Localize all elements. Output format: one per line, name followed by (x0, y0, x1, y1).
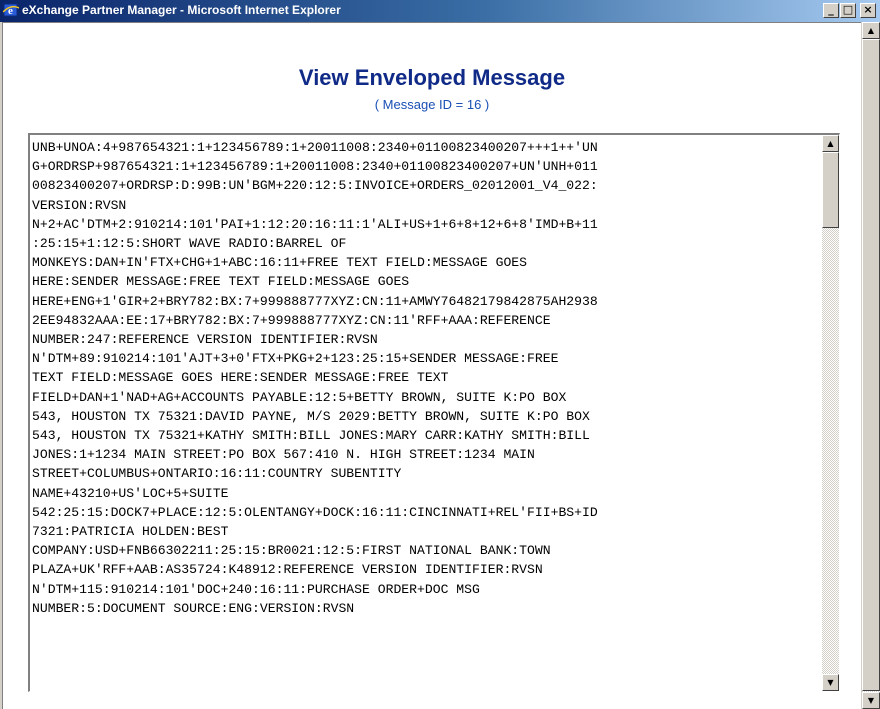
page-scroll-down-icon: ▼ (867, 696, 875, 705)
scroll-up-icon: ▲ (827, 139, 834, 148)
message-line: N'DTM+89:910214:101'AJT+3+0'FTX+PKG+2+12… (32, 351, 559, 367)
message-line: COMPANY:USD+FNB66302211:25:15:BR0021:12:… (32, 543, 551, 559)
page-title: View Enveloped Message (298, 65, 566, 90)
message-line: NUMBER:5:DOCUMENT SOURCE:ENG:VERSION:RVS… (32, 600, 355, 616)
scroll-up-button[interactable]: ▲ (822, 135, 839, 152)
message-line: N+2+AC'DTM+2:910214:101'PAI+1:12:20:16:1… (32, 216, 598, 232)
window-title: eXchange Partner Manager - Microsoft Int… (22, 3, 341, 17)
message-line: HERE:SENDER MESSAGE:FREE TEXT FIELD:MESS… (32, 274, 410, 290)
message-line: NAME+43210+US'LOC+5+SUITE (32, 485, 229, 501)
minimize-icon: _ (828, 3, 834, 16)
message-line: 7321:PATRICIA HOLDEN:BEST (32, 524, 229, 540)
maximize-icon: □ (842, 3, 854, 16)
message-line: 543, HOUSTON TX 75321+KATHY SMITH:BILL J… (32, 428, 590, 444)
ie-icon: e (3, 3, 19, 17)
message-line: VERSION:RVSN (32, 197, 127, 213)
page-scrollbar[interactable]: ▲ ▼ (862, 22, 880, 709)
page-scroll-thumb[interactable] (862, 39, 880, 691)
message-line: 2EE94832AAA:EE:17+BRY782:BX:7+999888777X… (32, 312, 551, 328)
message-line: N'DTM+115:910214:101'DOC+240:16:11:PURCH… (32, 581, 480, 597)
close-button[interactable]: × (860, 3, 876, 18)
message-text[interactable]: UNB+UNOA:4+987654321:1+123456789:1+20011… (32, 138, 822, 688)
message-line: STREET+COLUMBUS+ONTARIO:16:11:COUNTRY SU… (32, 466, 402, 482)
message-line: 542:25:15:DOCK7+PLACE:12:5:OLENTANGY+DOC… (32, 504, 598, 520)
message-line: JONES:1+1234 MAIN STREET:PO BOX 567:410 … (32, 447, 535, 463)
message-line: UNB+UNOA:4+987654321:1+123456789:1+20011… (32, 140, 598, 155)
message-line: NUMBER:247:REFERENCE VERSION IDENTIFIER:… (32, 332, 378, 348)
message-line: HERE+ENG+1'GIR+2+BRY782:BX:7+999888777XY… (32, 293, 598, 309)
page-scroll-down-button[interactable]: ▼ (862, 692, 880, 709)
scroll-thumb[interactable] (822, 152, 839, 228)
scroll-down-button[interactable]: ▼ (822, 674, 839, 691)
page-content: View Enveloped Message ( Message ID = 16… (2, 22, 861, 709)
message-line: FIELD+DAN+1'NAD+AG+ACCOUNTS PAYABLE:12:5… (32, 389, 567, 405)
page-scroll-up-icon: ▲ (867, 26, 875, 35)
message-scrollbar[interactable]: ▲ ▼ (822, 135, 839, 691)
scroll-down-icon: ▼ (827, 678, 834, 687)
message-line: 00823400207+ORDRSP:D:99B:UN'BGM+220:12:5… (32, 178, 598, 194)
title-bar[interactable]: e eXchange Partner Manager - Microsoft I… (0, 0, 880, 22)
message-line: TEXT FIELD:MESSAGE GOES HERE:SENDER MESS… (32, 370, 449, 386)
page-scroll-up-button[interactable]: ▲ (862, 22, 880, 39)
message-line: 543, HOUSTON TX 75321:DAVID PAYNE, M/S 2… (32, 408, 590, 424)
minimize-button[interactable]: _ (823, 3, 839, 18)
close-icon: × (863, 3, 873, 16)
message-line: :25:15+1:12:5:SHORT WAVE RADIO:BARREL OF (32, 236, 347, 252)
message-line: PLAZA+UK'RFF+AAB:AS35724:K48912:REFERENC… (32, 562, 543, 578)
message-id-label: ( Message ID = 16 ) (374, 97, 490, 112)
message-textarea[interactable]: UNB+UNOA:4+987654321:1+123456789:1+20011… (28, 133, 840, 692)
message-line: MONKEYS:DAN+IN'FTX+CHG+1+ABC:16:11+FREE … (32, 255, 528, 271)
maximize-button[interactable]: □ (840, 3, 856, 18)
message-line: G+ORDRSP+987654321:1+123456789:1+2001100… (32, 159, 598, 175)
